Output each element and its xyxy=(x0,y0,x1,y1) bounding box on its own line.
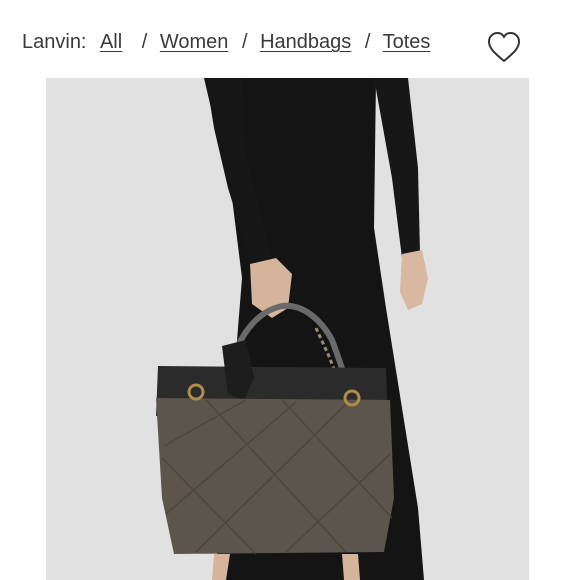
header: Lanvin: All / Women / Handbags / Totes xyxy=(0,0,579,78)
breadcrumb: Lanvin: All / Women / Handbags / Totes xyxy=(22,29,430,55)
breadcrumb-link-all[interactable]: All xyxy=(100,31,122,53)
breadcrumb-separator: / xyxy=(364,31,371,53)
heart-outline-icon[interactable] xyxy=(486,30,522,66)
product-photo[interactable] xyxy=(46,78,529,580)
breadcrumb-link-handbags[interactable]: Handbags xyxy=(260,31,351,53)
breadcrumb-link-women[interactable]: Women xyxy=(160,31,229,53)
breadcrumb-separator: / xyxy=(141,31,148,53)
breadcrumb-brand: Lanvin: xyxy=(22,31,87,53)
breadcrumb-separator: / xyxy=(241,31,248,53)
breadcrumb-link-totes[interactable]: Totes xyxy=(383,31,431,53)
